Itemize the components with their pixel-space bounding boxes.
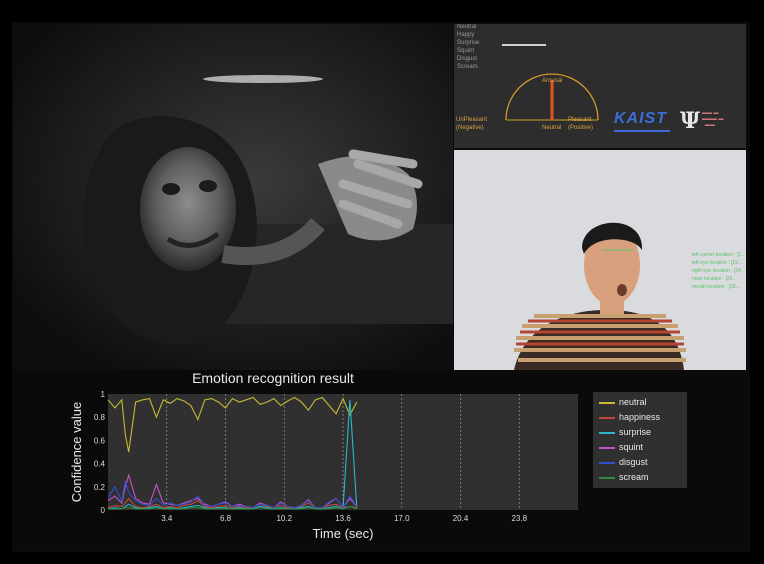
cam-readout-4: nose location : [26... [692,276,737,282]
legend-label: squint [619,442,644,452]
x-tick-label: 20.4 [453,514,469,523]
lab-logo: ▬▬ ▬ ▬▬▬ ▬ ▬▬ [702,110,724,128]
legend-label: disgust [619,457,648,467]
cam-readout-1: left corner location : [1... [692,252,746,258]
y-tick-label: 0.6 [94,436,106,445]
x-tick-label: 6.8 [220,514,232,523]
pleasant-label: Pleasant [568,117,592,123]
legend-swatch [599,401,615,404]
legend-label: happiness [619,412,661,422]
legend-item-scream: scream [599,472,649,484]
y-tick-label: 0 [101,506,106,515]
x-tick-label: 3.4 [161,514,173,523]
chart-legend: neutral happiness surprise squint disgust scr… [593,392,687,488]
x-tick-label: 17.0 [394,514,410,523]
legend-item-disgust: disgust [599,457,648,469]
main-video [13,24,453,370]
video-still-image [13,24,453,370]
legend-label: neutral [619,397,647,407]
chart-section: Emotion recognition result 3.4 6.8 10.2 13.… [13,370,746,550]
legend-label: scream [619,472,649,482]
legend-swatch [599,416,615,419]
arousal-gauge [505,73,599,121]
cam-readout-2: left eye location : [19... [692,260,743,266]
x-tick-label: 13.6 [335,514,351,523]
legend-item-neutral: neutral [599,397,647,409]
neutral-axis-label: Neutral [542,125,562,131]
y-tick-label: 0.4 [94,460,106,469]
unpleasant-label: UnPleasant [456,117,488,123]
legend-label: surprise [619,427,652,437]
x-tick-label: 23.8 [511,514,527,523]
legend-swatch [599,476,615,479]
arousal-label: Arousal [542,78,563,84]
kaist-logo-swoosh [614,130,670,132]
positive-label: (Positive) [568,125,594,131]
emotion-chart: 3.4 6.8 10.2 13.6 17.0 20.4 23.8 0 0.2 0.4 0.6 0.8 1… [69,390,578,541]
legend-item-surprise: surprise [599,427,651,439]
webcam-panel: left corner location : [1... left eye lo… [454,150,746,370]
y-axis-label: Confidence value [69,402,84,502]
negative-label: (Negative) [456,125,484,131]
emotion-overlay-panel: Neutral Happy Surprise Squint Disgust Sc… [454,24,746,148]
cam-readout-3: right eye location : [24... [692,268,746,274]
legend-swatch [599,461,615,464]
legend-swatch [599,431,615,434]
x-axis-label: Time (sec) [313,526,374,541]
psi-logo-icon: Ψ [680,108,701,134]
y-tick-label: 0.8 [94,413,106,422]
x-tick-label: 10.2 [276,514,292,523]
legend-swatch [599,446,615,449]
legend-item-happiness: happiness [599,412,660,424]
kaist-logo: KAIST [614,110,667,127]
legend-item-squint: squint [599,442,643,454]
cam-readout-5: mouth location : [23... [692,284,740,290]
y-tick-label: 1 [101,390,106,399]
y-tick-label: 0.2 [94,483,106,492]
